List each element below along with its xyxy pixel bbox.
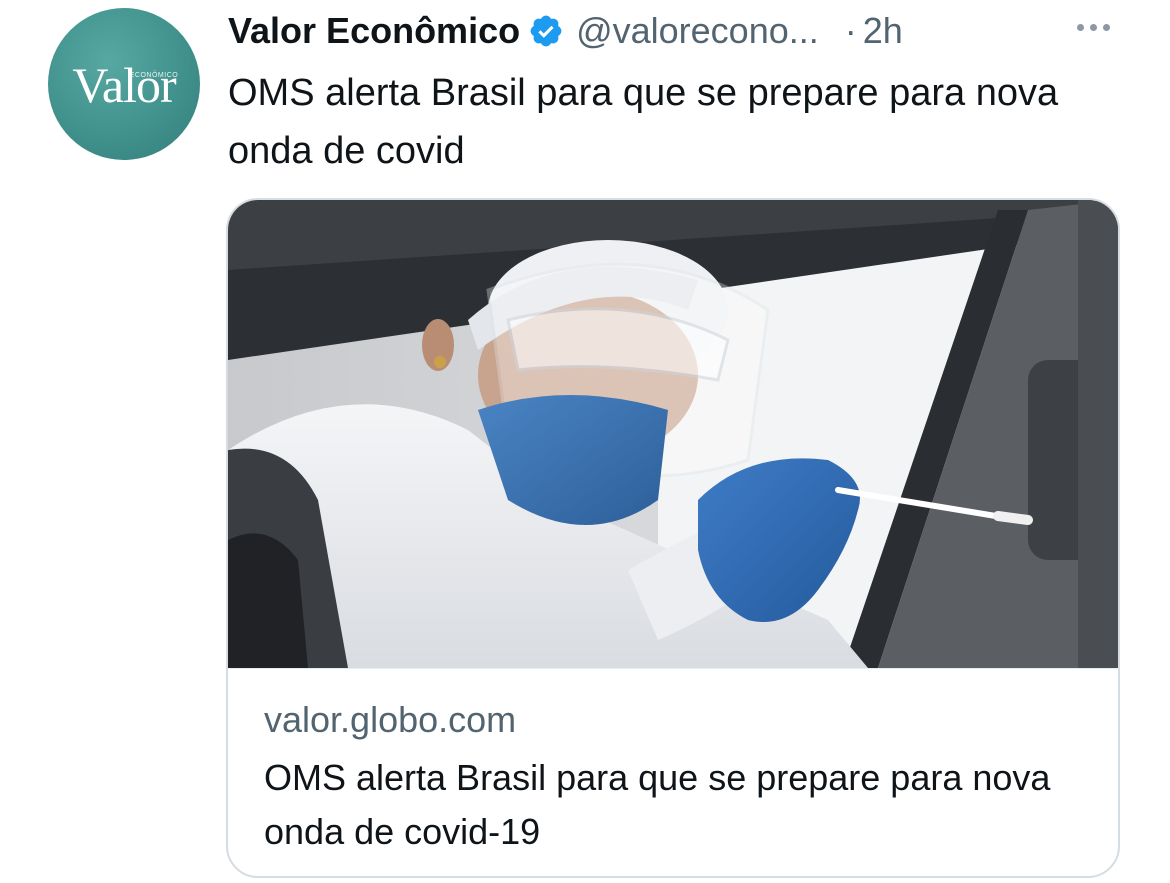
card-footer: valor.globo.com OMS alerta Brasil para q… xyxy=(228,668,1118,876)
separator-dot: · xyxy=(844,10,857,51)
card-title: OMS alerta Brasil para que se prepare pa… xyxy=(264,757,1051,852)
more-dot xyxy=(1076,23,1084,31)
more-dot xyxy=(1102,23,1110,31)
author-handle[interactable]: @valorecono... xyxy=(576,10,819,52)
avatar-logo-text: Valor xyxy=(72,57,176,113)
card-domain: valor.globo.com xyxy=(264,699,517,740)
author-display-name[interactable]: Valor Econômico xyxy=(228,10,520,52)
verified-badge-icon xyxy=(530,15,562,47)
link-card[interactable]: valor.globo.com OMS alerta Brasil para q… xyxy=(226,198,1120,878)
more-dot xyxy=(1089,23,1097,31)
timestamp[interactable]: 2h xyxy=(863,10,903,52)
card-image xyxy=(228,200,1118,668)
avatar[interactable]: ECONÔMICO Valor xyxy=(48,8,200,160)
tweet-header: Valor Econômico @valorecono... · 2h xyxy=(228,6,1128,56)
tweet-text: OMS alerta Brasil para que se prepare pa… xyxy=(228,72,1059,172)
more-options-icon[interactable] xyxy=(1068,12,1118,42)
